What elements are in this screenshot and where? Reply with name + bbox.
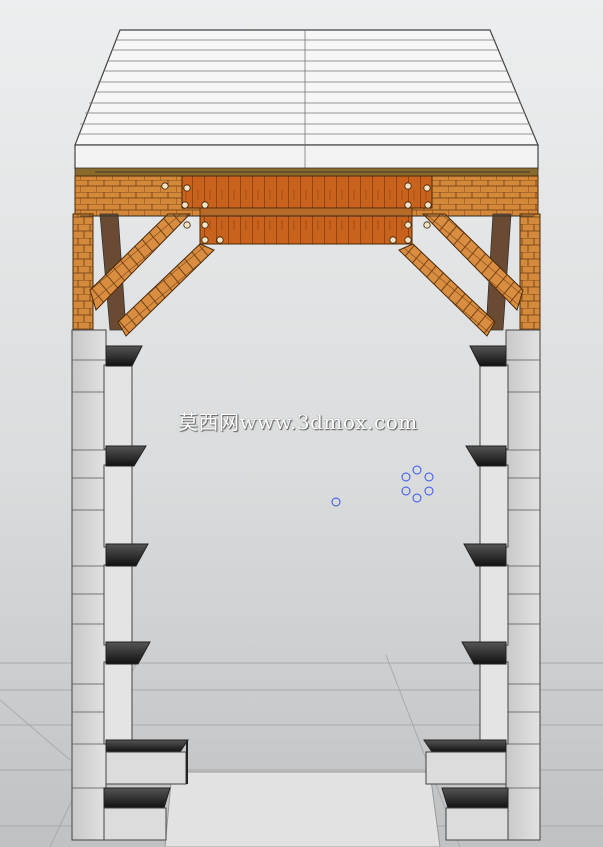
floor-slab <box>164 771 441 847</box>
roof <box>74 29 539 170</box>
site-watermark: 莫西网www.3dmox.com <box>178 410 418 434</box>
